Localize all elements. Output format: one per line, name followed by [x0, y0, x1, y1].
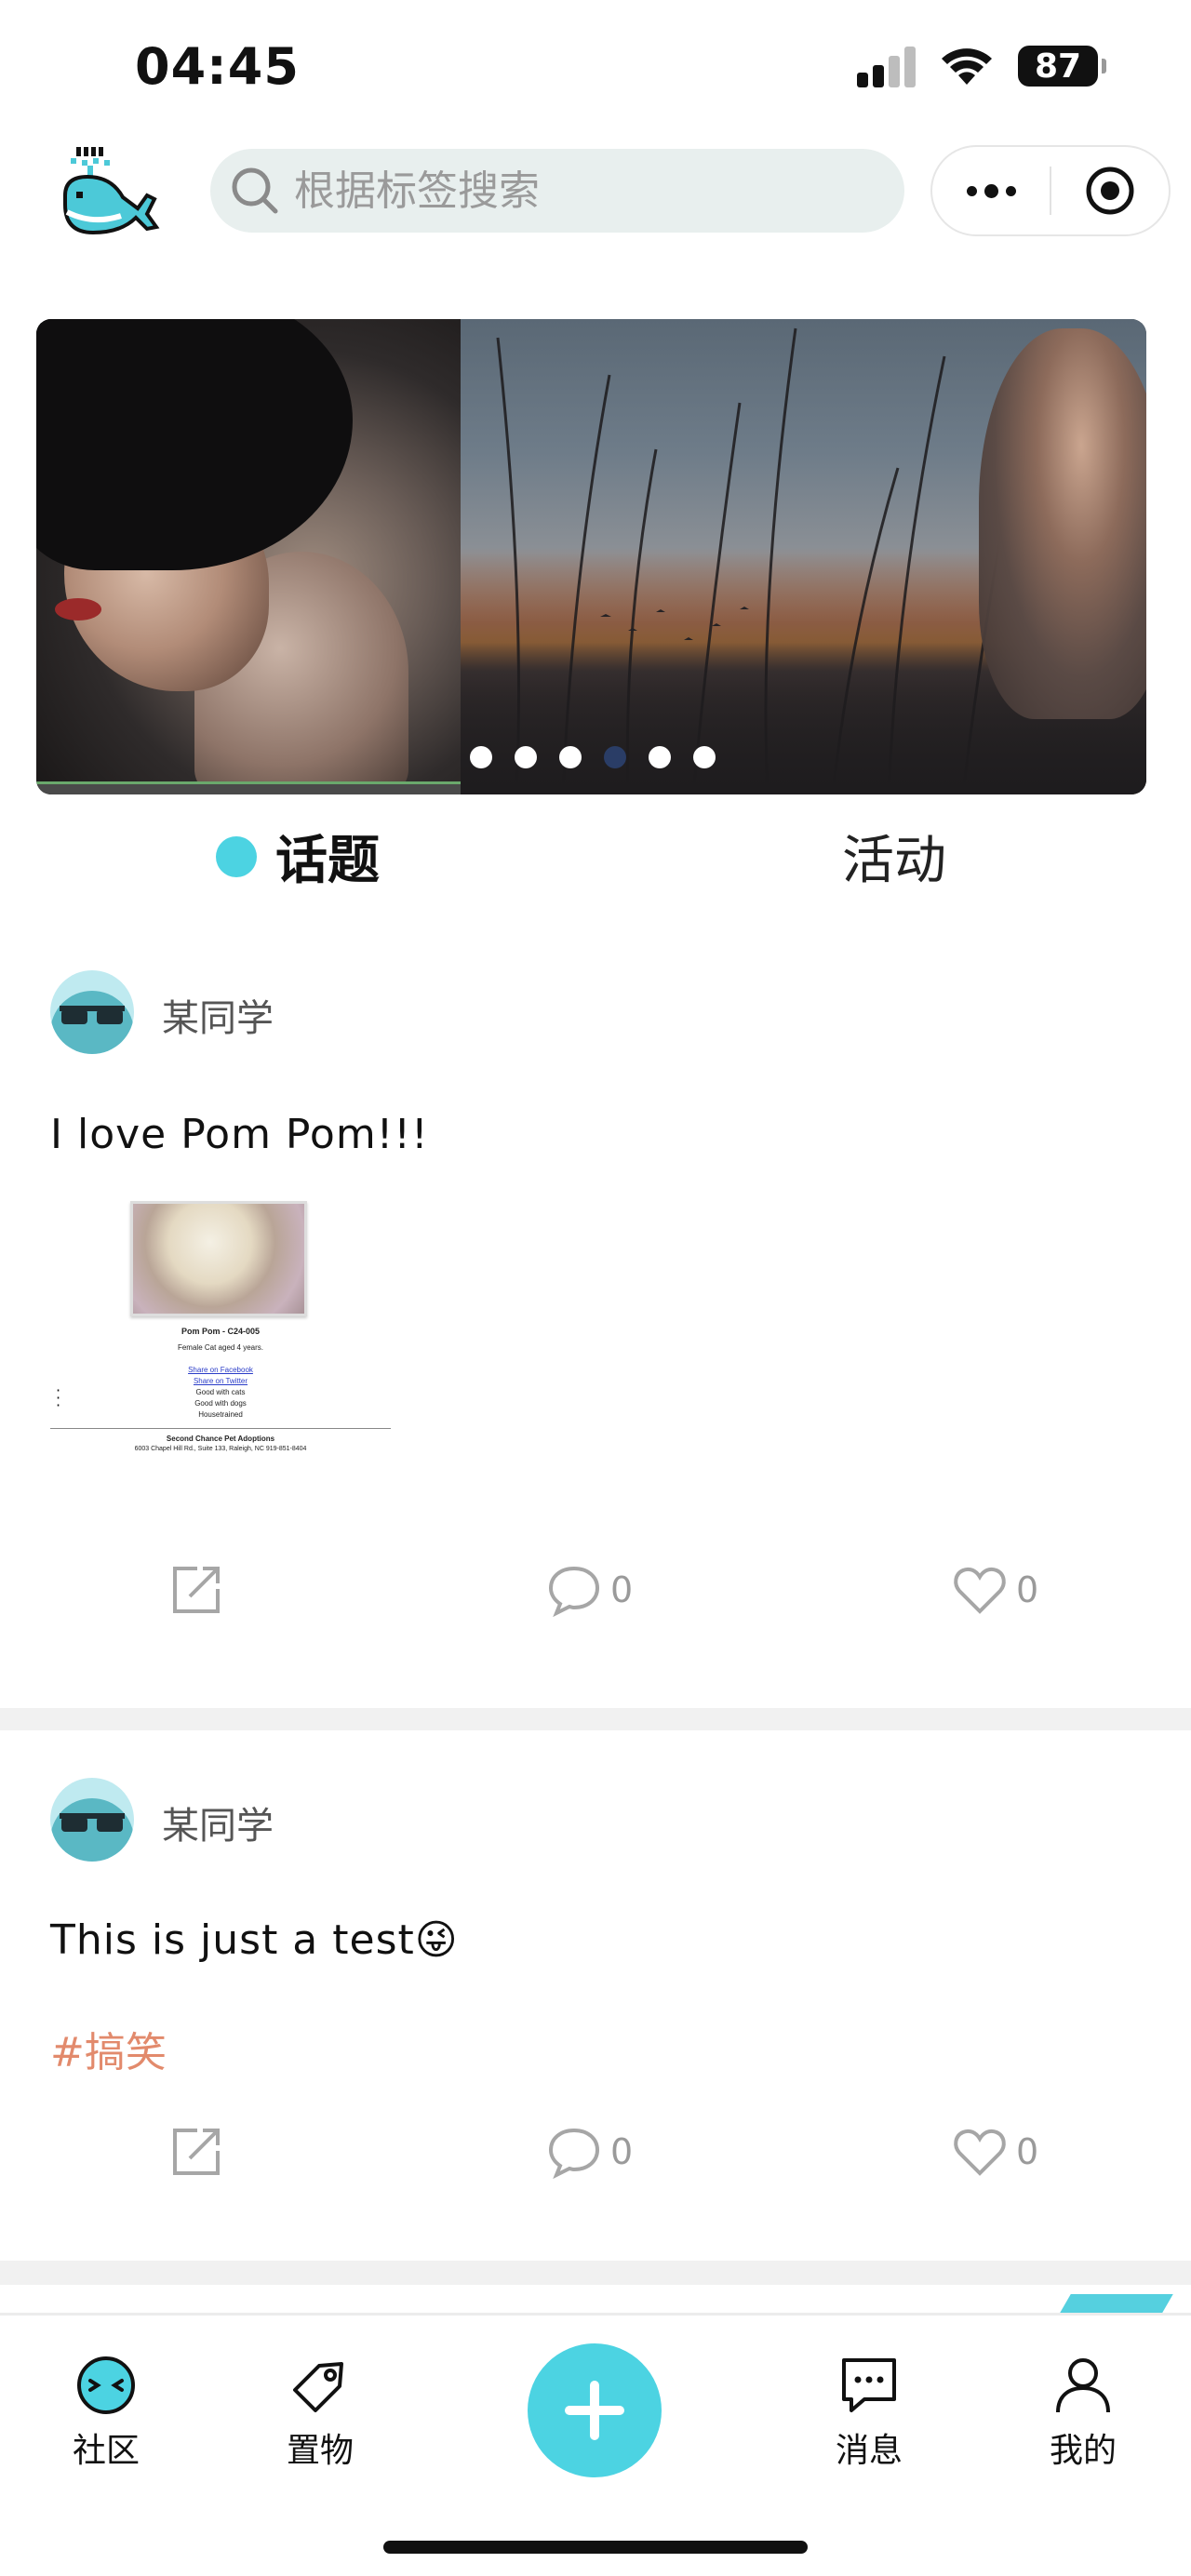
tag-icon — [293, 2362, 343, 2412]
user-icon — [1056, 2358, 1110, 2413]
status-icons: 87 — [857, 45, 1106, 87]
wifi-icon — [942, 48, 992, 85]
message-icon — [842, 2358, 896, 2412]
org-name: Second Chance Pet Adoptions — [166, 1435, 275, 1443]
tabbar-community[interactable]: 社区 — [41, 2353, 171, 2472]
post-text: This is just a test😜 — [50, 1916, 459, 1964]
avatar[interactable] — [50, 970, 134, 1054]
avatar[interactable] — [50, 1778, 134, 1862]
more-icon[interactable] — [932, 183, 1050, 198]
tabbar-messages-label: 消息 — [835, 2432, 903, 2470]
target-icon[interactable] — [1051, 165, 1169, 217]
like-button[interactable]: 0 — [953, 2125, 1038, 2179]
comment-count: 0 — [610, 2131, 634, 2172]
share-twitter-link: Share on Twitter — [193, 1377, 248, 1385]
signal-icon — [857, 45, 916, 87]
heart-icon — [954, 2129, 1006, 2176]
pet-feature: Housetrained — [198, 1410, 243, 1419]
tabbar-community-label: 社区 — [72, 2432, 140, 2470]
post-author[interactable]: 某同学 — [162, 1795, 274, 1849]
comment-button[interactable]: 0 — [547, 2125, 633, 2179]
tabbar-mine-label: 我的 — [1049, 2432, 1117, 2470]
post-card[interactable]: 某同学 I love Pom Pom!!! Pom Pom - C24-005 … — [0, 921, 1191, 1708]
carousel-dot-active[interactable] — [604, 746, 626, 768]
post-text: I love Pom Pom!!! — [50, 1111, 429, 1158]
cat-photo — [130, 1201, 307, 1316]
post-hashtag[interactable]: #搞笑 — [50, 2019, 167, 2078]
home-indicator — [383, 2541, 808, 2554]
banner-slide-portrait — [36, 319, 461, 794]
mini-program-capsule — [930, 145, 1171, 236]
comment-count: 0 — [610, 1569, 634, 1610]
post-separator — [0, 2261, 1191, 2285]
post-image[interactable]: Pom Pom - C24-005 Female Cat aged 4 year… — [50, 1195, 391, 1465]
share-button[interactable] — [169, 1563, 223, 1617]
pet-title: Pom Pom - C24-005 — [181, 1327, 261, 1336]
like-count: 0 — [1016, 2131, 1039, 2172]
tabbar-mine[interactable]: 我的 — [1018, 2353, 1148, 2472]
banner-slide-sunset — [461, 319, 1146, 794]
add-post-button[interactable] — [528, 2343, 662, 2477]
next-post-badge — [1060, 2294, 1173, 2313]
feed-tabs: 话题 活动 — [0, 794, 1191, 921]
comment-icon — [548, 2128, 600, 2179]
pet-subtitle: Female Cat aged 4 years. — [177, 1343, 264, 1352]
pet-feature: Good with dogs — [194, 1399, 247, 1408]
divider — [50, 1428, 391, 1429]
post-separator — [0, 1708, 1191, 1730]
tab-activities-label: 活动 — [842, 831, 946, 891]
carousel-indicators — [470, 746, 716, 768]
share-button[interactable] — [169, 2125, 223, 2179]
carousel-dot[interactable] — [515, 746, 537, 768]
tab-topics-label: 话题 — [275, 831, 380, 891]
share-icon — [173, 2129, 220, 2175]
header — [0, 140, 1191, 251]
post-author[interactable]: 某同学 — [162, 988, 274, 1042]
pet-feature: Good with cats — [195, 1388, 246, 1396]
status-time: 04:45 — [135, 37, 300, 96]
carousel-dot[interactable] — [470, 746, 492, 768]
tab-topics[interactable]: 话题 — [216, 819, 380, 894]
post-actions: 0 0 — [0, 2125, 1191, 2190]
search-bar[interactable] — [210, 149, 904, 233]
comment-button[interactable]: 0 — [547, 1563, 633, 1617]
status-bar: 04:45 87 — [0, 0, 1191, 140]
tabbar-items-label: 置物 — [286, 2432, 354, 2470]
post-actions: 0 0 — [0, 1563, 1191, 1628]
banner-carousel[interactable] — [36, 319, 1146, 794]
plus-icon — [565, 2381, 624, 2440]
post-card[interactable]: 某同学 This is just a test😜 #搞笑 0 0 — [0, 1730, 1191, 2261]
active-tab-dot — [216, 835, 257, 877]
battery-indicator: 87 — [1018, 46, 1106, 87]
carousel-dot[interactable] — [693, 746, 716, 768]
like-button[interactable]: 0 — [953, 1563, 1038, 1617]
bottom-tab-bar: 社区 置物 消息 我的 — [0, 2313, 1191, 2576]
community-icon — [77, 2356, 135, 2414]
like-count: 0 — [1016, 1569, 1039, 1610]
org-address: 6003 Chapel Hill Rd., Suite 133, Raleigh… — [134, 1446, 307, 1452]
tabbar-items[interactable]: 置物 — [255, 2353, 385, 2472]
whale-logo-icon — [63, 147, 160, 235]
comment-icon — [548, 1566, 600, 1617]
carousel-dot[interactable] — [649, 746, 671, 768]
search-input[interactable] — [294, 167, 871, 215]
share-icon — [173, 1567, 220, 1613]
tab-activities[interactable]: 活动 — [842, 819, 946, 894]
tabbar-messages[interactable]: 消息 — [804, 2353, 934, 2472]
heart-icon — [954, 1567, 1006, 1614]
search-icon — [232, 167, 278, 214]
carousel-dot[interactable] — [559, 746, 582, 768]
